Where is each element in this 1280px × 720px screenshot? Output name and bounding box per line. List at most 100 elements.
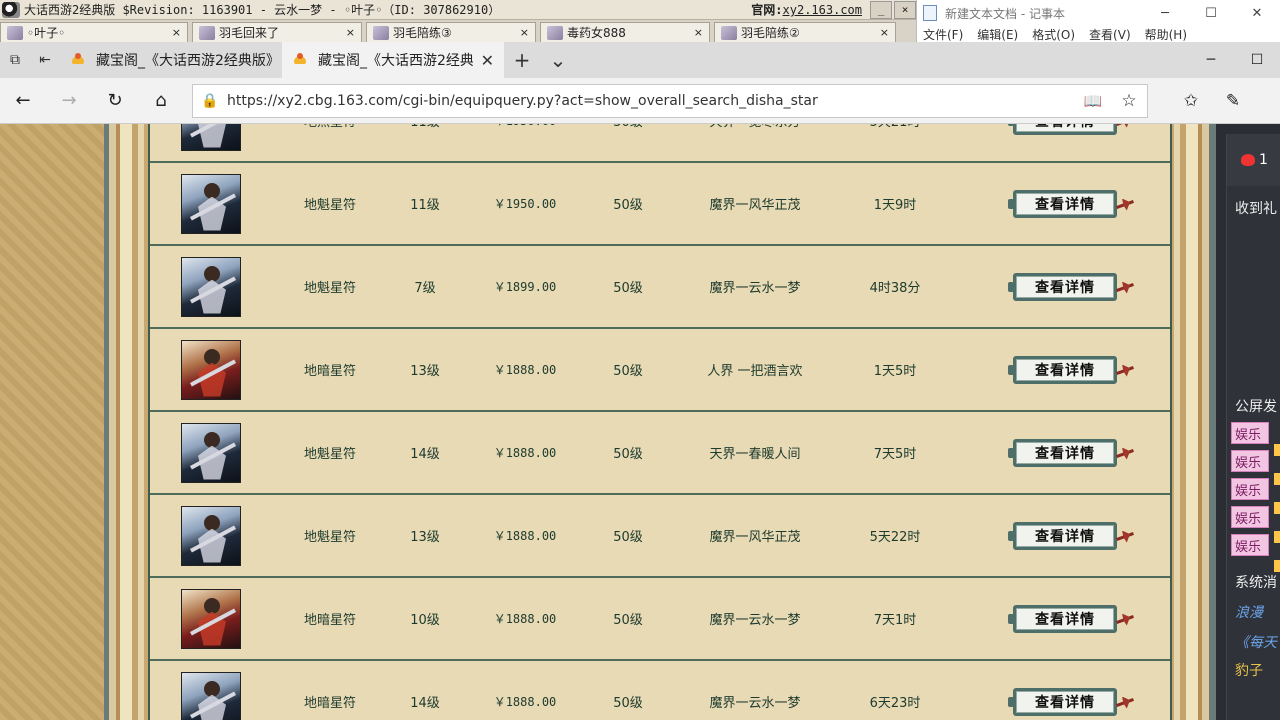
item-thumbnail[interactable] [181, 173, 241, 234]
close-icon[interactable]: ✕ [481, 51, 494, 70]
close-icon[interactable]: ✕ [1234, 6, 1280, 21]
item-server: 魔界一云水一梦 [709, 613, 801, 628]
view-details-button[interactable]: 查看详情 [1008, 521, 1117, 550]
item-price: ￥1888.00 [493, 529, 557, 543]
item-thumbnail[interactable] [181, 124, 241, 151]
avatar-icon [7, 25, 23, 40]
close-icon[interactable]: × [340, 26, 355, 39]
game-tab-2[interactable]: 羽毛陪练③ × [366, 22, 536, 42]
stream-panel-header: 1 [1227, 134, 1280, 186]
view-details-button[interactable]: 查看详情 [1008, 438, 1117, 467]
table-row: 地煞星符 11级 ￥1950.00 50级 天界一览尽东方 5天21时 查看详情 [150, 124, 1170, 163]
view-details-label: 查看详情 [1035, 196, 1095, 213]
item-thumbnail[interactable] [181, 339, 241, 400]
close-icon[interactable]: × [688, 26, 703, 39]
view-details-button[interactable]: 查看详情 [1008, 189, 1117, 218]
game-tab-1[interactable]: 羽毛回来了 × [192, 22, 362, 42]
menu-help[interactable]: 帮助(H) [1145, 26, 1187, 42]
reading-view-icon[interactable]: 📖 [1075, 92, 1111, 110]
forward-icon[interactable]: → [46, 78, 92, 124]
view-details-button[interactable]: 查看详情 [1008, 687, 1117, 716]
home-icon[interactable]: ⌂ [138, 78, 184, 124]
game-tab-4[interactable]: 羽毛陪练② × [714, 22, 896, 42]
figure-head [204, 514, 220, 531]
game-minimize-button[interactable]: _ [870, 0, 892, 19]
figure-head [204, 680, 220, 697]
tassel-icon [1116, 195, 1136, 215]
browser-tab-bar: ⧉ ⇤ 藏宝阁_《大话西游2经典版》 藏宝阁_《大话西游2经典版》 ✕ + ⌄ … [0, 42, 1280, 78]
item-action-cell: 查看详情 [1000, 412, 1130, 493]
set-aside-tabs-icon[interactable]: ⇤ [30, 42, 60, 78]
game-tab-3[interactable]: 毒药女888 × [540, 22, 710, 42]
item-thumbnail[interactable] [181, 505, 241, 566]
listing-table: 地煞星符 11级 ￥1950.00 50级 天界一览尽东方 5天21时 查看详情… [148, 124, 1172, 720]
table-row: 地魁星符 11级 ￥1950.00 50级 魔界一风华正茂 1天9时 查看详情 [150, 163, 1170, 246]
game-tab-0[interactable]: ◦叶子◦ × [0, 22, 188, 42]
item-thumbnail[interactable] [181, 422, 241, 483]
favorites-hub-icon[interactable]: ✩ [1170, 91, 1212, 111]
chat-line: 豹子 [1235, 663, 1263, 679]
game-site[interactable]: 官网:xy2.163.com [751, 1, 862, 18]
item-level: 14级 [410, 447, 440, 462]
item-price: ￥1899.00 [493, 280, 557, 294]
lock-icon[interactable]: 🔒 [193, 93, 227, 109]
item-image-cell [180, 495, 242, 576]
item-server: 天界一览尽东方 [680, 124, 830, 161]
view-details-label: 查看详情 [1035, 124, 1095, 131]
close-icon[interactable]: × [514, 26, 529, 39]
heart-icon [1241, 154, 1255, 166]
item-thumbnail[interactable] [181, 588, 241, 649]
game-close-button[interactable]: × [894, 0, 916, 19]
maximize-icon[interactable]: ☐ [1188, 6, 1234, 21]
item-required-level: 50级 [613, 613, 643, 628]
pen-note-icon[interactable]: ✎ [1212, 91, 1254, 111]
minimize-icon[interactable]: ─ [1142, 6, 1188, 21]
avatar-icon [373, 25, 389, 40]
item-name: 地暗星符 [303, 696, 356, 711]
browser-tab-0[interactable]: 藏宝阁_《大话西游2经典版》 [60, 42, 282, 78]
back-icon[interactable]: ← [0, 78, 46, 124]
site-label: 官网: [751, 3, 783, 17]
item-required-level: 50级 [613, 281, 643, 296]
tab-preview-icon[interactable]: ⧉ [0, 42, 30, 78]
game-title-bar: 大话西游2经典版 $Revision: 1163901 - 云水一梦 - ◦叶子… [0, 0, 916, 20]
figure-head [204, 597, 220, 614]
close-icon[interactable]: × [874, 26, 889, 39]
menu-edit[interactable]: 编辑(E) [977, 26, 1018, 42]
tassel-icon [1116, 124, 1136, 132]
minimize-icon[interactable]: ─ [1188, 42, 1234, 78]
item-server: 魔界一风华正茂 [709, 530, 801, 545]
maximize-icon[interactable]: ☐ [1234, 42, 1280, 78]
scroll-frame-left [104, 124, 144, 720]
browser-tab-1[interactable]: 藏宝阁_《大话西游2经典版》 ✕ [282, 42, 504, 78]
view-details-label: 查看详情 [1035, 445, 1095, 462]
gift-badge: 娱乐 [1231, 506, 1269, 528]
stream-side-panel: 1 收到礼 公屏发 娱乐 娱乐 娱乐 娱乐 娱乐 系统消 浪漫 《每天 豹子 [1216, 124, 1280, 720]
view-details-button[interactable]: 查看详情 [1008, 604, 1117, 633]
table-row: 地魁星符 13级 ￥1888.00 50级 魔界一风华正茂 5天22时 查看详情 [150, 495, 1170, 578]
chevron-down-icon[interactable]: ⌄ [540, 42, 576, 78]
item-level: 13级 [410, 364, 440, 379]
refresh-icon[interactable]: ↻ [92, 78, 138, 124]
menu-file[interactable]: 文件(F) [923, 26, 963, 42]
game-tab-label: ◦叶子◦ [27, 26, 66, 40]
notepad-controls: ─ ☐ ✕ [1142, 6, 1280, 21]
item-server: 魔界一云水一梦 [709, 696, 801, 711]
menu-format[interactable]: 格式(O) [1032, 26, 1075, 42]
tassel-icon [1116, 527, 1136, 547]
game-tab-label: 羽毛回来了 [219, 26, 280, 40]
address-bar[interactable]: 🔒 https://xy2.cbg.163.com/cgi-bin/equipq… [192, 83, 1148, 118]
new-tab-icon[interactable]: + [504, 42, 540, 78]
view-details-button[interactable]: 查看详情 [1008, 272, 1117, 301]
view-details-button[interactable]: 查看详情 [1008, 355, 1117, 384]
site-url[interactable]: xy2.163.com [783, 3, 862, 17]
item-thumbnail[interactable] [181, 671, 241, 720]
view-details-button[interactable]: 查看详情 [1008, 124, 1117, 135]
url-text[interactable]: https://xy2.cbg.163.com/cgi-bin/equipque… [227, 93, 1075, 109]
close-icon[interactable]: × [166, 26, 181, 39]
item-name: 地魁星符 [303, 198, 356, 213]
menu-view[interactable]: 查看(V) [1089, 26, 1131, 42]
item-thumbnail[interactable] [181, 256, 241, 317]
favorite-star-icon[interactable]: ☆ [1111, 91, 1147, 111]
item-name: 地魁星符 [303, 281, 356, 296]
